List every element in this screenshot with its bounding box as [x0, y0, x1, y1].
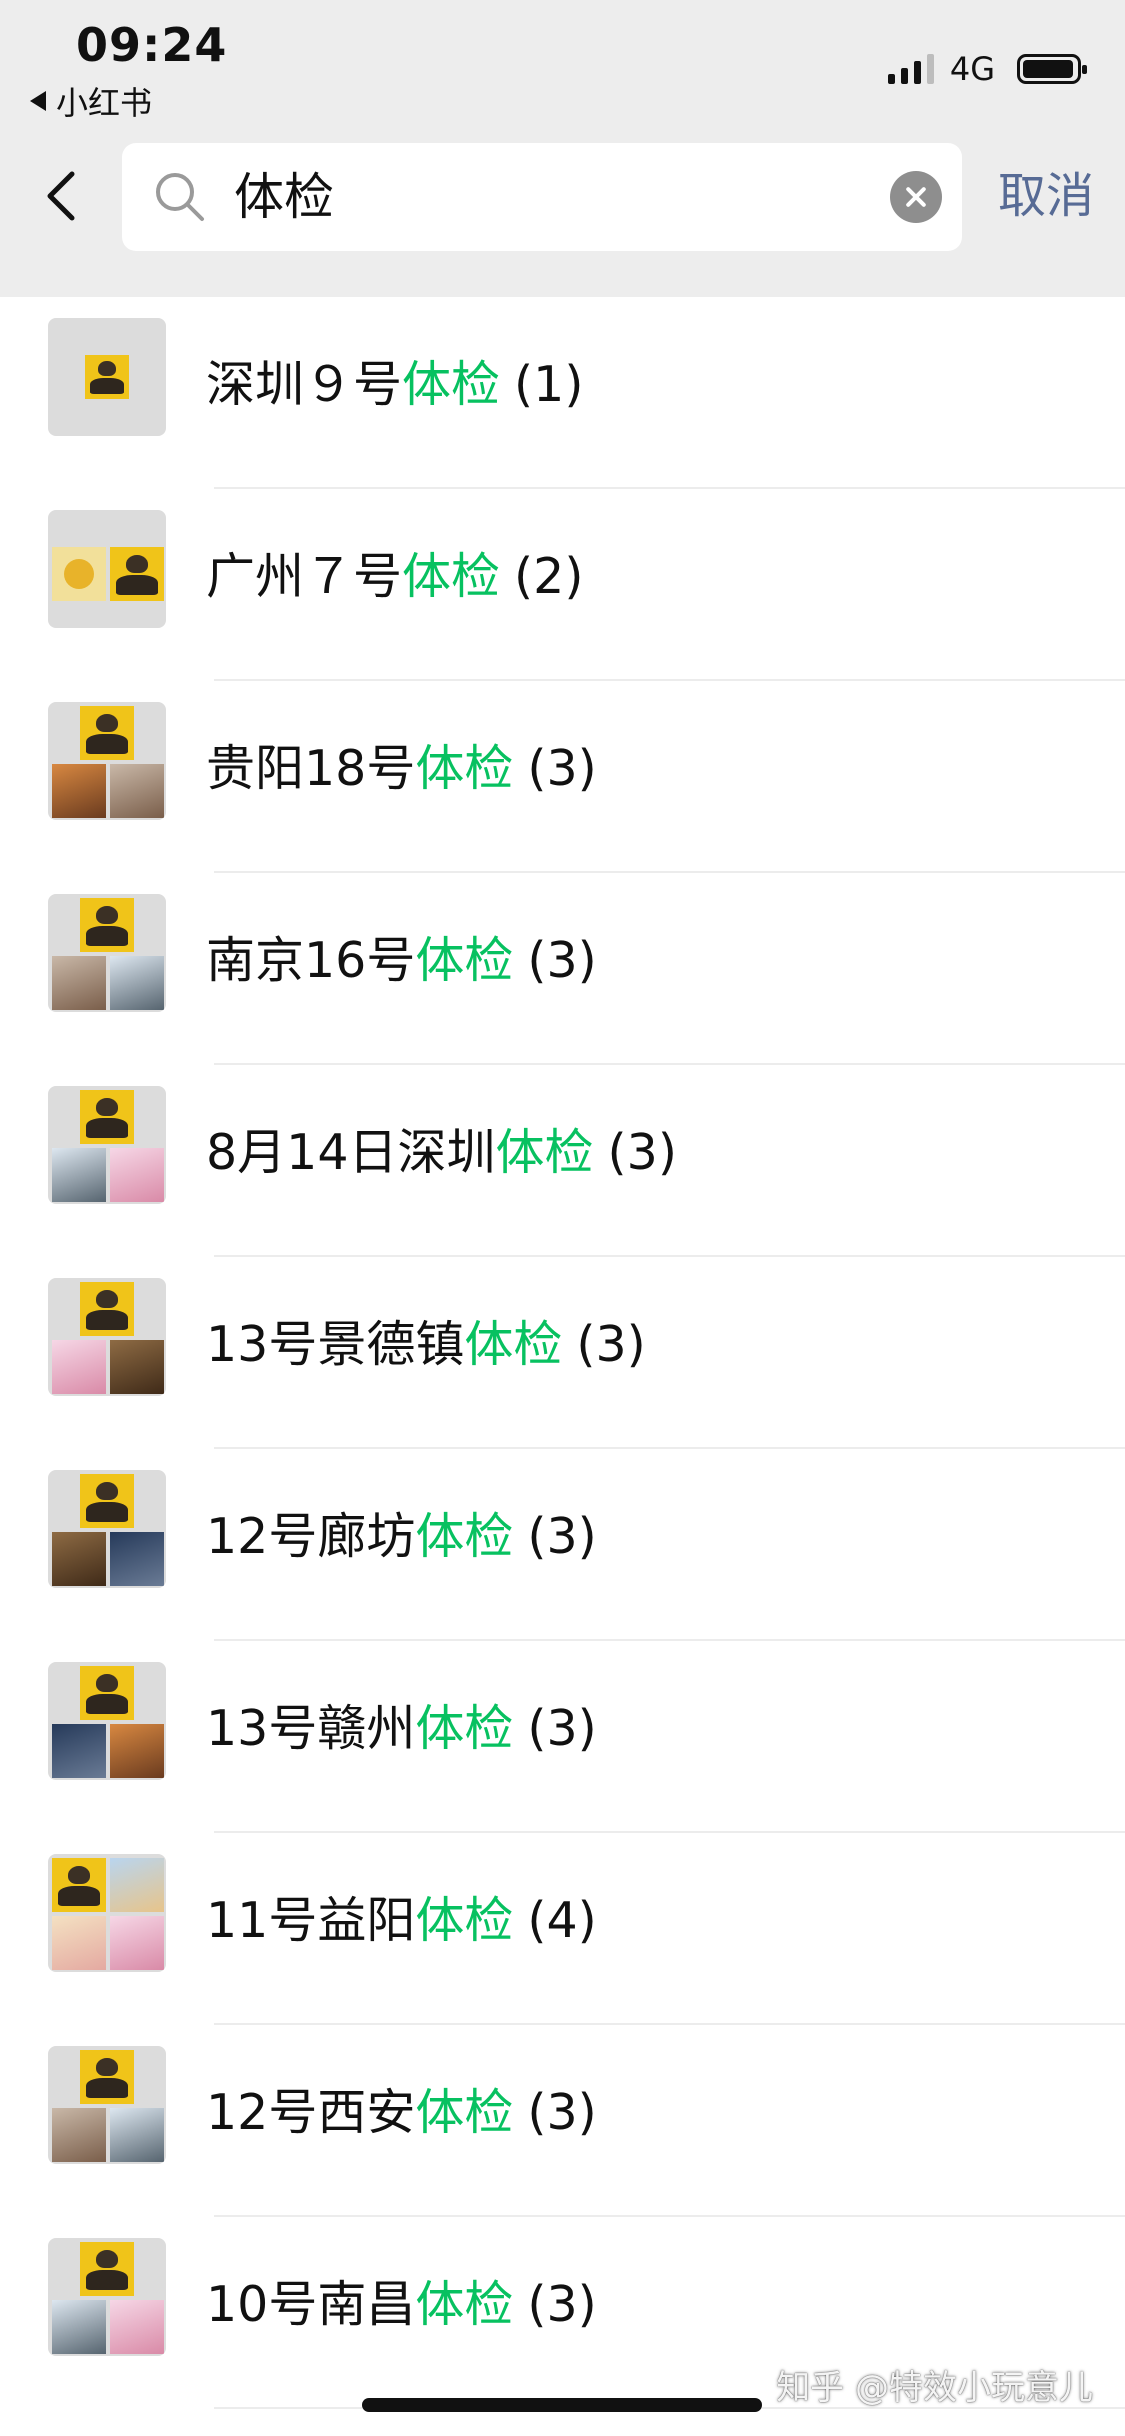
chat-title-prefix: 南京16号 [206, 932, 416, 989]
member-count: (3) [527, 2084, 597, 2141]
keyword-highlight: 体检 [464, 1316, 563, 1373]
back-app-label: 小红书 [56, 84, 153, 122]
watermark: 知乎 @特效小玩意儿 [776, 2368, 1093, 2408]
chat-title: 12号西安体检 (3) [206, 2077, 597, 2149]
chat-title-prefix: 11号益阳 [206, 1892, 416, 1949]
chat-title: 11号益阳体检 (4) [206, 1885, 597, 1957]
group-avatar [48, 510, 166, 628]
search-bar[interactable]: 体检 [122, 143, 962, 251]
chat-title-prefix: 广州７号 [206, 548, 403, 605]
keyword-highlight: 体检 [402, 356, 501, 413]
chat-title: 8月14日深圳体检 (3) [206, 1117, 677, 1189]
status-time: 09:24 [76, 18, 228, 72]
chat-result-row[interactable]: 13号赣州体检 (3) [0, 1641, 1125, 1833]
back-chevron-icon[interactable] [42, 166, 82, 226]
keyword-highlight: 体检 [415, 2276, 514, 2333]
group-avatar [48, 1854, 166, 1972]
group-avatar [48, 702, 166, 820]
chat-title: 广州７号体检 (2) [206, 541, 583, 613]
member-count: (1) [514, 356, 584, 413]
chat-title-prefix: 深圳９号 [206, 356, 403, 413]
chat-title: 13号赣州体检 (3) [206, 1693, 597, 1765]
status-indicators: 4G [887, 50, 1087, 88]
chat-title: 10号南昌体检 (3) [206, 2269, 597, 2341]
top-bar: 09:24 小红书 4G 体检 取消 [0, 0, 1125, 297]
member-count: (3) [576, 1316, 646, 1373]
back-to-app-link[interactable]: 小红书 [30, 78, 152, 124]
home-indicator[interactable] [362, 2398, 762, 2412]
chat-title: 南京16号体检 (3) [206, 925, 597, 997]
chat-title: 12号廊坊体检 (3) [206, 1501, 597, 1573]
member-count: (3) [607, 1124, 677, 1181]
chat-result-row[interactable]: 12号廊坊体检 (3) [0, 1449, 1125, 1641]
member-count: (3) [527, 740, 597, 797]
cancel-button[interactable]: 取消 [998, 166, 1094, 226]
keyword-highlight: 体检 [415, 2084, 514, 2141]
chat-title-prefix: 10号南昌 [206, 2276, 416, 2333]
chat-title-prefix: 12号西安 [206, 2084, 416, 2141]
keyword-highlight: 体检 [415, 1508, 514, 1565]
chat-result-row[interactable]: 贵阳18号体检 (3) [0, 681, 1125, 873]
chat-title: 深圳９号体检 (1) [206, 349, 583, 421]
group-avatar [48, 1086, 166, 1204]
search-input[interactable]: 体检 [234, 165, 334, 229]
member-count: (2) [514, 548, 584, 605]
chat-title-prefix: 13号赣州 [206, 1700, 416, 1757]
chat-result-row[interactable]: 深圳９号体检 (1) [0, 297, 1125, 489]
clear-search-icon[interactable] [890, 171, 942, 223]
battery-icon [1017, 54, 1087, 84]
member-count: (3) [527, 1700, 597, 1757]
keyword-highlight: 体检 [415, 932, 514, 989]
chat-result-row[interactable]: 8月14日深圳体检 (3) [0, 1065, 1125, 1257]
group-avatar [48, 2046, 166, 2164]
search-results-list: 深圳９号体检 (1) 广州７号体检 (2) 贵阳18号体检 (3) 南京16号体检 (3) 8月… [0, 297, 1125, 2409]
group-avatar [48, 1470, 166, 1588]
chat-result-row[interactable]: 11号益阳体检 (4) [0, 1833, 1125, 2025]
group-avatar [48, 1662, 166, 1780]
chat-title: 贵阳18号体检 (3) [206, 733, 597, 805]
signal-icon [887, 54, 934, 84]
member-count: (3) [527, 932, 597, 989]
keyword-highlight: 体检 [402, 548, 501, 605]
chat-result-row[interactable]: 12号西安体检 (3) [0, 2025, 1125, 2217]
group-avatar [48, 894, 166, 1012]
chat-title-prefix: 13号景德镇 [206, 1316, 465, 1373]
group-avatar [48, 1278, 166, 1396]
keyword-highlight: 体检 [495, 1124, 594, 1181]
network-type: 4G [949, 50, 995, 88]
chat-title-prefix: 8月14日深圳 [206, 1124, 496, 1181]
chat-title-prefix: 12号廊坊 [206, 1508, 416, 1565]
keyword-highlight: 体检 [415, 1700, 514, 1757]
member-count: (3) [527, 1508, 597, 1565]
group-avatar [48, 2238, 166, 2356]
keyword-highlight: 体检 [415, 740, 514, 797]
chat-result-row[interactable]: 南京16号体检 (3) [0, 873, 1125, 1065]
member-count: (4) [527, 1892, 597, 1949]
chat-result-row[interactable]: 广州７号体检 (2) [0, 489, 1125, 681]
member-count: (3) [527, 2276, 597, 2333]
chat-result-row[interactable]: 13号景德镇体检 (3) [0, 1257, 1125, 1449]
chat-title-prefix: 贵阳18号 [206, 740, 416, 797]
keyword-highlight: 体检 [415, 1892, 514, 1949]
search-icon [156, 173, 204, 221]
chat-title: 13号景德镇体检 (3) [206, 1309, 646, 1381]
group-avatar [48, 318, 166, 436]
back-triangle-icon [30, 91, 46, 111]
